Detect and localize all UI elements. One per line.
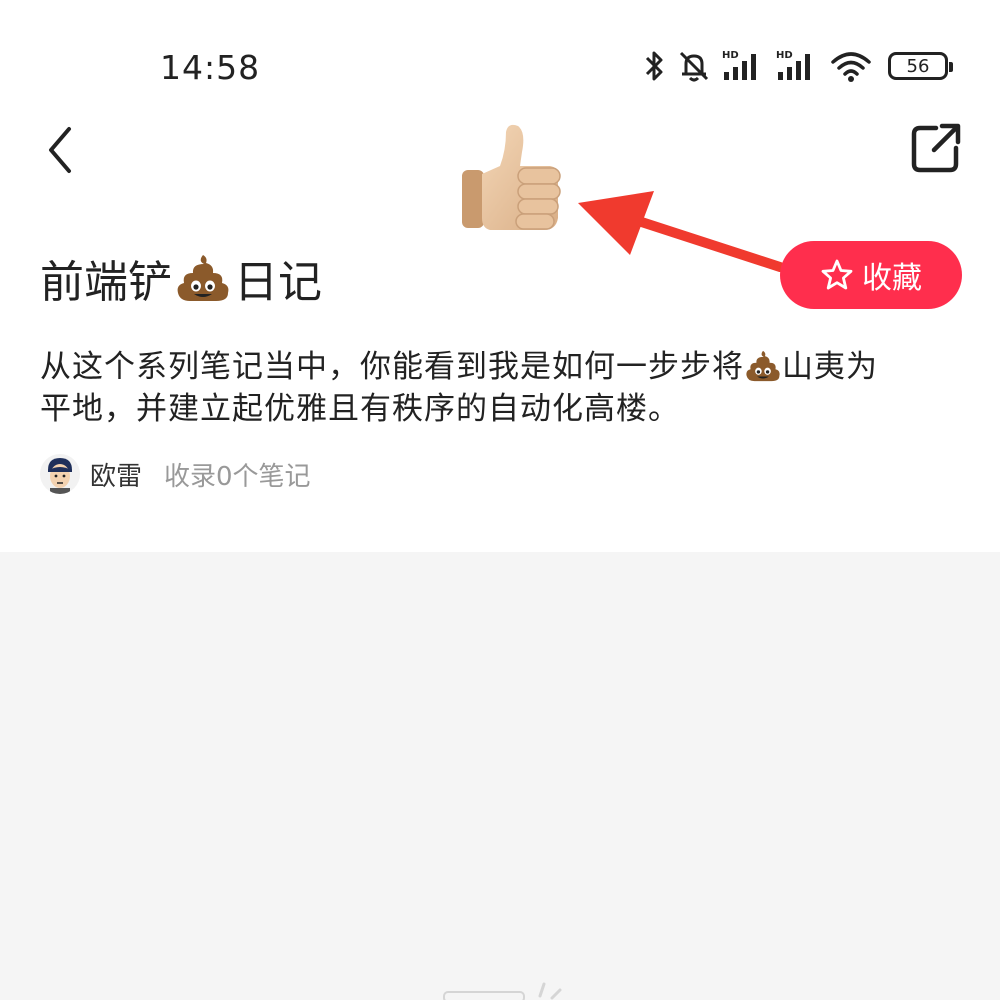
description-line-1-end: 山夷为 [782, 349, 878, 385]
signal-hd-icon: HD [776, 50, 810, 80]
red-arrow-pointer [578, 191, 785, 272]
thumbs-up-emoji [462, 124, 561, 230]
poop-emoji-icon [746, 350, 780, 382]
description-line-1-start: 从这个系列笔记当中，你能看到我是如何一步步将 [40, 349, 744, 385]
favorite-button[interactable]: 收藏 [780, 241, 962, 309]
loading-icon [443, 982, 562, 1000]
back-button[interactable] [38, 120, 82, 180]
avatar [40, 454, 80, 494]
author-name[interactable]: 欧雷 [90, 456, 142, 493]
collection-description: 从这个系列笔记当中，你能看到我是如何一步步将 山夷为 平地，并建立起优雅且有秩序… [40, 346, 940, 430]
chevron-left-icon [49, 127, 71, 173]
description-line-1: 从这个系列笔记当中，你能看到我是如何一步步将 山夷为 [40, 346, 940, 388]
status-icons: HD HD 56 [644, 46, 953, 86]
author-row[interactable]: 欧雷 收录0个笔记 [40, 454, 311, 494]
svg-text:HD: HD [776, 50, 793, 61]
bluetooth-icon [645, 51, 663, 81]
mute-bell-icon [679, 51, 709, 82]
collection-title: 前端铲 日记 [40, 246, 322, 310]
title-text-start: 前端铲 [40, 257, 172, 308]
status-time: 14:58 [160, 48, 261, 87]
svg-text:HD: HD [722, 50, 739, 61]
favorite-label: 收藏 [862, 261, 922, 296]
share-button[interactable] [908, 120, 964, 176]
note-count: 收录0个笔记 [164, 461, 311, 492]
wifi-icon [831, 52, 871, 82]
share-external-icon [911, 123, 961, 173]
title-text-end: 日记 [234, 257, 322, 308]
poop-emoji-icon [177, 255, 229, 301]
battery-icon: 56 [888, 52, 953, 80]
star-outline-icon [821, 259, 853, 290]
battery-level: 56 [906, 55, 930, 77]
signal-hd-icon: HD [722, 50, 756, 80]
description-line-2: 平地，并建立起优雅且有秩序的自动化高楼。 [40, 391, 680, 427]
